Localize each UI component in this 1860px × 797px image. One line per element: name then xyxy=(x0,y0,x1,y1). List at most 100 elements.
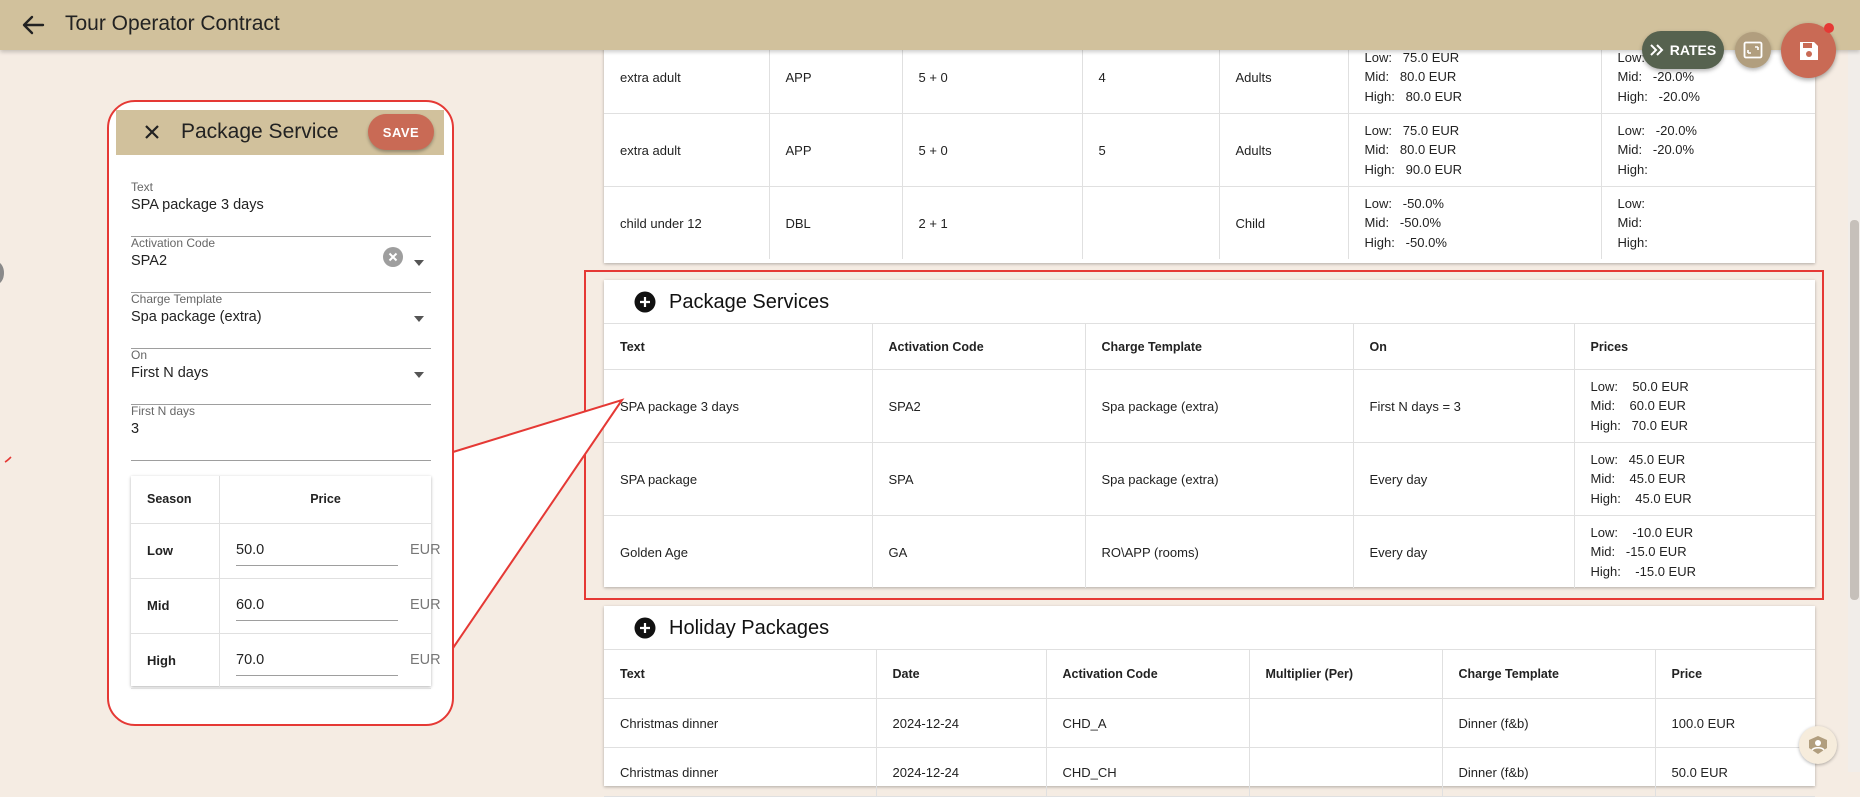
back-arrow-icon[interactable] xyxy=(18,12,48,38)
clear-icon[interactable] xyxy=(383,247,403,267)
rate-count-cell: 4 xyxy=(1082,41,1220,114)
holiday-multiplier-cell xyxy=(1249,698,1443,748)
holiday-price-cell: 50.0 EUR xyxy=(1655,747,1815,797)
table-row[interactable]: Golden Age GA RO\APP (rooms) Every day Low: … xyxy=(604,515,1815,589)
first-n-days-field[interactable]: First N days 3 xyxy=(131,404,431,461)
price-line: High: 80.0 EUR xyxy=(1364,88,1463,104)
add-package-service-icon[interactable] xyxy=(634,291,656,313)
service-prices-cell: Low: -10.0 EUR Mid: -15.0 EUR High: -15.0 … xyxy=(1574,516,1815,589)
price-line: Low: 75.0 EUR xyxy=(1364,122,1460,138)
service-text-cell: SPA package 3 days xyxy=(604,369,873,443)
on-label: On xyxy=(131,348,148,362)
price-line: High: xyxy=(1617,234,1648,250)
price-line: High: xyxy=(1617,161,1648,177)
table-row[interactable]: Christmas dinner 2024-12-24 CHD_A Dinner (f… xyxy=(604,698,1815,748)
price-line: Low: 45.0 EUR xyxy=(1590,451,1686,467)
season-cell: High xyxy=(131,633,220,689)
service-template-cell: Spa package (extra) xyxy=(1085,442,1354,516)
package-services-header: Package Services xyxy=(604,280,1815,324)
chevron-down-icon[interactable] xyxy=(413,366,425,378)
text-field[interactable]: Text SPA package 3 days xyxy=(131,180,431,237)
unsaved-indicator-dot xyxy=(1824,23,1834,33)
rate-occupancy-cell: 5 + 0 xyxy=(902,113,1083,187)
price-row: Low 50.0 EUR xyxy=(131,523,441,579)
service-template-cell: RO\APP (rooms) xyxy=(1085,515,1354,588)
season-column-header: Season xyxy=(131,476,220,524)
table-row[interactable]: child under 12 DBL 2 + 1 Child Low: -50.0% Mi… xyxy=(604,186,1815,260)
holiday-text-cell: Christmas dinner xyxy=(604,747,877,797)
text-field-label: Text xyxy=(131,180,154,194)
service-template-cell: Spa package (extra) xyxy=(1085,369,1354,443)
charge-template-select[interactable]: Charge Template Spa package (extra) xyxy=(131,292,431,349)
add-holiday-package-icon[interactable] xyxy=(634,617,656,639)
holiday-packages-table: Text Date Activation Code Multiplier (Per) C… xyxy=(604,650,1815,797)
table-row[interactable]: extra adult APP 5 + 0 4 Adults Low: 75.0 EUR M… xyxy=(604,41,1815,114)
rate-type-cell: Adults xyxy=(1219,41,1349,114)
price-line: Mid: 60.0 EUR xyxy=(1590,398,1686,414)
column-header: Charge Template xyxy=(1442,650,1656,699)
scrollbar-thumb[interactable] xyxy=(1850,220,1859,600)
price-line: Mid: -50.0% xyxy=(1364,215,1442,231)
table-row[interactable]: extra adult APP 5 + 0 5 Adults Low: 75.0 EUR M… xyxy=(604,113,1815,187)
season-price-input[interactable]: 70.0 xyxy=(236,646,398,676)
dialog-save-button[interactable]: SAVE xyxy=(368,114,434,150)
rate-prices-cell-lines: Low: -50.0% Mid: -50.0% High: -50.0% xyxy=(1365,194,1601,253)
rates-card: extra adult APP 5 + 0 4 Adults Low: 75.0 EUR M… xyxy=(604,41,1815,263)
column-header: Multiplier (Per) xyxy=(1249,650,1443,699)
season-cell: Low xyxy=(131,523,220,579)
service-prices-cell-lines: Low: 45.0 EUR Mid: 45.0 EUR High: 45.0 EUR xyxy=(1591,450,1816,509)
column-header: Activation Code xyxy=(872,324,1086,370)
holiday-price-cell: 100.0 EUR xyxy=(1655,698,1815,748)
table-row[interactable]: SPA package SPA Spa package (extra) Every d… xyxy=(604,442,1816,516)
package-services-title: Package Services xyxy=(669,291,830,313)
rate-discounts-cell: Low: -20.0% Mid: -20.0% High: xyxy=(1601,113,1815,187)
price-line: Mid: xyxy=(1617,215,1643,231)
service-text-cell: SPA package xyxy=(604,442,873,516)
price-line: High: -20.0% xyxy=(1617,88,1700,104)
price-line: High: -15.0 EUR xyxy=(1590,563,1697,579)
first-n-days-value: 3 xyxy=(131,421,140,437)
app-bar: Tour Operator Contract xyxy=(0,0,1860,50)
text-field-value: SPA package 3 days xyxy=(131,197,264,213)
holiday-code-cell: CHD_A xyxy=(1046,698,1250,748)
charge-template-label: Charge Template xyxy=(131,292,223,306)
rate-prices-cell: Low: 75.0 EUR Mid: 80.0 EUR High: 90.0 EUR xyxy=(1348,113,1602,187)
season-price-input[interactable]: 60.0 xyxy=(236,591,398,621)
chevron-down-icon[interactable] xyxy=(413,310,425,322)
rates-button-label: RATES xyxy=(1669,42,1717,58)
rate-prices-cell: Low: -50.0% Mid: -50.0% High: -50.0% xyxy=(1348,186,1602,259)
rates-button[interactable]: RATES xyxy=(1642,31,1724,69)
activation-code-label: Activation Code xyxy=(131,236,216,250)
table-row[interactable]: Christmas dinner 2024-12-24 CHD_CH Dinner (… xyxy=(604,747,1815,797)
price-line: Low: -50.0% xyxy=(1364,195,1445,211)
price-cell: 60.0 EUR xyxy=(219,578,441,634)
service-on-cell: First N days = 3 xyxy=(1353,369,1575,443)
activation-code-select[interactable]: Activation Code SPA2 xyxy=(131,236,431,293)
chevron-down-icon[interactable] xyxy=(413,254,425,266)
rate-text-cell: extra adult xyxy=(604,113,770,187)
season-price-input[interactable]: 50.0 xyxy=(236,536,398,566)
holiday-text-cell: Christmas dinner xyxy=(604,698,877,748)
rates-table: extra adult APP 5 + 0 4 Adults Low: 75.0 EUR M… xyxy=(604,41,1815,259)
table-row[interactable]: SPA package 3 days SPA2 Spa package (extra… xyxy=(604,369,1815,443)
on-select[interactable]: On First N days xyxy=(131,348,431,405)
floppy-disk-icon xyxy=(1799,41,1818,60)
price-line: Low: xyxy=(1617,195,1645,211)
rate-room-cell: APP xyxy=(769,113,903,187)
rate-count-cell xyxy=(1082,186,1220,259)
price-line: High: 70.0 EUR xyxy=(1590,417,1689,433)
rate-text-cell: extra adult xyxy=(604,41,770,114)
help-button[interactable] xyxy=(1799,726,1837,764)
column-header: Price xyxy=(1655,650,1815,699)
rate-discounts-cell-lines: Low: Mid: High: xyxy=(1618,194,1816,253)
rate-count-cell: 5 xyxy=(1082,113,1220,187)
price-line: Low: -10.0 EUR xyxy=(1590,524,1694,540)
fit-screen-button[interactable] xyxy=(1735,32,1771,68)
service-code-cell: SPA xyxy=(872,442,1086,516)
page-title: Tour Operator Contract xyxy=(65,12,280,35)
annotation-mark xyxy=(4,456,12,463)
holiday-code-cell: CHD_CH xyxy=(1046,747,1250,797)
season-price-table: Season Price Low 50.0 EUR Mid 60.0 EUR High 70.… xyxy=(131,476,441,689)
rate-discounts-cell: Low: Mid: High: xyxy=(1601,187,1815,260)
close-icon[interactable] xyxy=(140,120,164,144)
